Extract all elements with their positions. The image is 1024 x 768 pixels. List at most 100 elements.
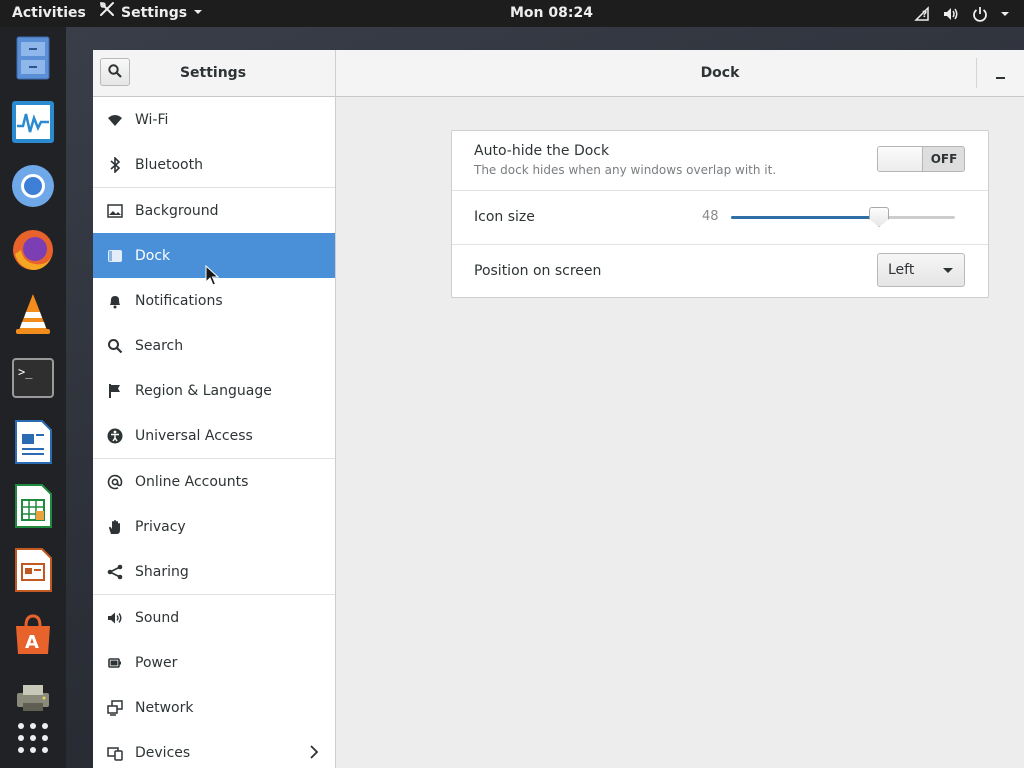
position-dropdown-value: Left	[888, 262, 915, 278]
autohide-description: The dock hides when any windows overlap …	[474, 163, 777, 177]
bluetooth-icon	[107, 156, 123, 173]
files-icon[interactable]	[10, 35, 56, 81]
settings-sidebar: Wi-Fi Bluetooth Background Dock Notifica…	[93, 97, 336, 768]
chevron-down-icon	[943, 268, 953, 273]
sidebar-item-label: Bluetooth	[135, 156, 203, 173]
software-icon[interactable]: A	[10, 611, 56, 657]
sidebar-item-label: Dock	[135, 247, 171, 264]
share-icon	[107, 564, 123, 580]
volume-icon	[942, 6, 960, 22]
terminal-icon[interactable]: >_	[10, 355, 56, 401]
sidebar-item-label: Online Accounts	[135, 473, 249, 490]
minimize-button[interactable]	[988, 62, 1012, 86]
sidebar-item-label: Sound	[135, 609, 180, 626]
writer-icon[interactable]	[10, 419, 56, 465]
svg-text:A: A	[25, 632, 39, 653]
minimize-icon	[995, 77, 1005, 79]
sidebar-item-region-language[interactable]: Region & Language	[93, 368, 335, 413]
sidebar-item-background[interactable]: Background	[93, 188, 335, 233]
network-icon	[107, 699, 123, 716]
sidebar-item-label: Region & Language	[135, 382, 272, 399]
switch-state-label: OFF	[930, 152, 958, 166]
icon-size-slider[interactable]	[731, 207, 955, 227]
icon-size-title: Icon size	[474, 209, 535, 225]
icon-size-row: Icon size 48	[452, 191, 988, 245]
activities-button[interactable]: Activities	[12, 0, 86, 27]
sidebar-item-wifi[interactable]: Wi-Fi	[93, 97, 335, 142]
slider-handle[interactable]	[869, 207, 889, 227]
sidebar-item-label: Universal Access	[135, 427, 253, 444]
wifi-icon	[107, 112, 123, 128]
position-title: Position on screen	[474, 263, 602, 279]
chromium-icon[interactable]	[10, 163, 56, 209]
sidebar-item-network[interactable]: Network	[93, 685, 335, 730]
system-tray[interactable]: ?	[914, 0, 1010, 27]
power-icon	[972, 6, 988, 22]
sidebar-item-label: Search	[135, 337, 184, 354]
autohide-row: Auto-hide the Dock The dock hides when a…	[452, 131, 988, 191]
app-menu[interactable]: Settings	[99, 0, 203, 27]
sidebar-item-privacy[interactable]: Privacy	[93, 504, 335, 549]
panel-title: Dock	[700, 65, 740, 81]
switch-knob	[878, 147, 923, 171]
chevron-down-icon	[193, 0, 203, 27]
position-dropdown[interactable]: Left	[877, 253, 965, 287]
dock: >_ A	[0, 27, 66, 768]
sidebar-item-sound[interactable]: Sound	[93, 595, 335, 640]
panel-header: Dock	[336, 50, 1024, 97]
sidebar-item-label: Wi-Fi	[135, 111, 169, 128]
clock[interactable]: Mon 08:24	[510, 0, 593, 27]
svg-text:?: ?	[922, 10, 927, 20]
position-row: Position on screen Left	[452, 245, 988, 297]
autohide-title: Auto-hide the Dock	[474, 143, 610, 159]
system-monitor-icon[interactable]	[10, 99, 56, 145]
firefox-icon[interactable]	[10, 227, 56, 273]
sidebar-item-label: Notifications	[135, 292, 223, 309]
flag-icon	[107, 383, 123, 399]
sidebar-item-label: Power	[135, 654, 178, 671]
app-menu-label: Settings	[121, 5, 188, 21]
at-icon	[107, 474, 123, 490]
sidebar-item-search[interactable]: Search	[93, 323, 335, 368]
search-button[interactable]	[100, 58, 130, 86]
impress-icon[interactable]	[10, 547, 56, 593]
sidebar-header: Settings	[93, 50, 336, 97]
accessibility-icon	[107, 428, 123, 444]
network-status-icon: ?	[914, 5, 930, 22]
sidebar-title: Settings	[179, 65, 247, 81]
sidebar-item-devices[interactable]: Devices	[93, 730, 335, 768]
speaker-icon	[107, 610, 123, 626]
search-icon	[107, 338, 123, 354]
mouse-pointer-icon	[205, 264, 220, 291]
app-grid-icon[interactable]	[10, 715, 56, 761]
icon-size-value: 48	[702, 209, 719, 224]
top-bar: Activities Settings Mon 08:24 ?	[0, 0, 1024, 27]
dock-icon	[107, 248, 123, 264]
calc-icon[interactable]	[10, 483, 56, 529]
sidebar-item-bluetooth[interactable]: Bluetooth	[93, 142, 335, 187]
hand-icon	[107, 519, 123, 535]
chevron-right-icon	[309, 745, 319, 763]
sidebar-item-sharing[interactable]: Sharing	[93, 549, 335, 594]
autohide-switch[interactable]: OFF	[877, 146, 965, 172]
sidebar-item-power[interactable]: Power	[93, 640, 335, 685]
sidebar-item-label: Network	[135, 699, 194, 716]
dock-settings-panel: Auto-hide the Dock The dock hides when a…	[336, 97, 1024, 768]
devices-icon	[107, 745, 123, 761]
sidebar-item-label: Background	[135, 202, 219, 219]
power-plug-icon	[107, 655, 123, 671]
search-icon	[108, 63, 122, 82]
slider-fill	[731, 216, 879, 219]
dock-settings-list: Auto-hide the Dock The dock hides when a…	[451, 130, 989, 298]
sidebar-item-online-accounts[interactable]: Online Accounts	[93, 459, 335, 504]
sidebar-item-label: Privacy	[135, 518, 186, 535]
background-icon	[107, 203, 123, 219]
sidebar-item-universal-access[interactable]: Universal Access	[93, 413, 335, 458]
settings-window: Settings Dock Wi-Fi Bluetooth Background…	[93, 50, 1024, 768]
header-separator	[976, 58, 977, 88]
bell-icon	[107, 293, 123, 309]
sidebar-item-label: Sharing	[135, 563, 189, 580]
chevron-down-icon	[1000, 9, 1010, 19]
vlc-icon[interactable]	[10, 291, 56, 337]
tools-icon	[99, 0, 115, 27]
